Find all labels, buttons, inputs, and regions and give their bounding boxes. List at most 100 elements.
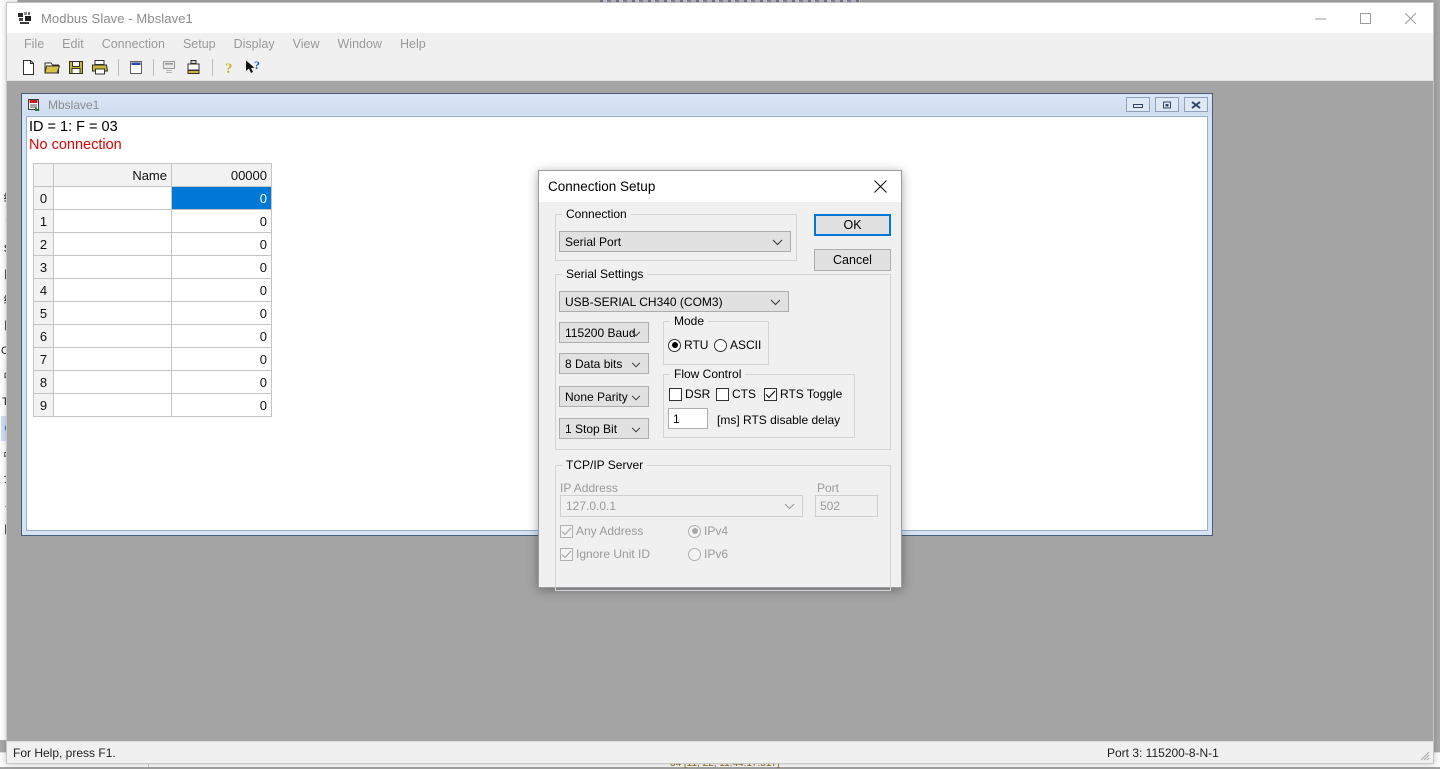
radio-unselected-icon [714,339,727,352]
mdi-child-controls [1126,97,1208,112]
checkbox-rts-toggle[interactable]: RTS Toggle [764,387,842,401]
checkbox-ignore-unit-id-label: Ignore Unit ID [576,547,650,561]
serial-port-select[interactable]: USB-SERIAL CH340 (COM3) [559,291,789,312]
menu-window[interactable]: Window [329,35,391,53]
window-icon[interactable] [124,57,146,79]
dialog-titlebar[interactable]: Connection Setup [539,171,901,202]
radio-unselected-icon [688,548,701,561]
about-help-icon[interactable]: ? [218,57,240,79]
save-disk-icon[interactable] [65,57,87,79]
cell-value[interactable]: 0 [172,348,272,371]
checkbox-dsr[interactable]: DSR [669,387,710,401]
close-button[interactable] [1388,3,1433,33]
cell-name[interactable] [54,325,172,348]
row-index: 6 [34,325,54,348]
cell-name[interactable] [54,279,172,302]
mdi-minimize-icon[interactable] [1126,97,1150,112]
mdi-close-icon[interactable] [1184,97,1208,112]
cell-value[interactable]: 0 [172,371,272,394]
table-row[interactable]: 4 0 [34,279,272,302]
ip-address-select[interactable]: 127.0.0.1 [560,495,803,517]
maximize-button[interactable] [1343,3,1388,33]
checkbox-checked-icon [560,548,573,561]
ok-button[interactable]: OK [814,214,891,236]
table-row[interactable]: 6 0 [34,325,272,348]
window-title: Modbus Slave - Mbslave1 [41,11,193,26]
chevron-down-icon [770,295,781,309]
new-document-icon[interactable] [17,57,39,79]
parity-value: None Parity [565,390,628,404]
cell-name[interactable] [54,256,172,279]
parity-select[interactable]: None Parity [559,386,649,407]
grid-header-name[interactable]: Name [54,164,172,187]
grid-header-address[interactable]: 00000 [172,164,272,187]
cell-name[interactable] [54,233,172,256]
chevron-down-icon [772,235,783,249]
rts-delay-input[interactable]: 1 [668,408,708,429]
open-folder-icon[interactable] [41,57,63,79]
menu-display[interactable]: Display [225,35,284,53]
radio-ipv4[interactable]: IPv4 [688,524,728,538]
connection-type-select[interactable]: Serial Port [559,231,791,252]
checkbox-any-address[interactable]: Any Address [560,524,643,538]
baud-rate-select[interactable]: 115200 Baud [559,322,649,343]
menu-view[interactable]: View [284,35,329,53]
cell-value[interactable]: 0 [172,279,272,302]
printer-icon[interactable] [89,57,111,79]
port-input[interactable]: 502 [815,495,878,517]
table-row[interactable]: 1 0 [34,210,272,233]
checkbox-ignore-unit-id[interactable]: Ignore Unit ID [560,547,650,561]
resize-grip[interactable] [1418,749,1430,761]
chevron-down-icon [631,357,641,371]
cell-name[interactable] [54,348,172,371]
table-row[interactable]: 5 0 [34,302,272,325]
cell-value[interactable]: 0 [172,210,272,233]
disconnect-icon[interactable] [183,57,205,79]
menu-edit[interactable]: Edit [53,35,93,53]
table-row[interactable]: 7 0 [34,348,272,371]
mdi-child-titlebar[interactable]: Mbslave1 [23,95,1211,115]
radio-mode-rtu[interactable]: RTU [668,338,708,352]
checkbox-cts[interactable]: CTS [716,387,756,401]
rts-delay-label: [ms] RTS disable delay [717,413,840,427]
checkbox-any-address-label: Any Address [576,524,643,538]
data-bits-select[interactable]: 8 Data bits [559,353,649,374]
table-row[interactable]: 2 0 [34,233,272,256]
table-row[interactable]: 3 0 [34,256,272,279]
radio-mode-ascii[interactable]: ASCII [714,338,761,352]
svg-text:?: ? [225,61,233,76]
connect-icon[interactable] [159,57,181,79]
close-icon[interactable] [859,171,901,202]
cell-value[interactable]: 0 [172,325,272,348]
radio-ipv6[interactable]: IPv6 [688,547,728,561]
mdi-restore-icon[interactable] [1155,97,1179,112]
table-row[interactable]: 8 0 [34,371,272,394]
cell-name[interactable] [54,210,172,233]
menu-setup[interactable]: Setup [174,35,225,53]
cancel-button[interactable]: Cancel [814,249,891,271]
context-help-icon[interactable]: ? [242,57,264,79]
minimize-button[interactable] [1298,3,1343,33]
baud-rate-value: 115200 Baud [565,326,636,340]
status-help-text: For Help, press F1. [13,746,116,760]
cell-value[interactable]: 0 [172,233,272,256]
cell-name[interactable] [54,394,172,417]
cell-name[interactable] [54,302,172,325]
window-titlebar[interactable]: Modbus Slave - Mbslave1 [7,3,1433,33]
cell-value[interactable]: 0 [172,394,272,417]
menu-help[interactable]: Help [391,35,435,53]
cell-value[interactable]: 0 [172,187,272,210]
menu-file[interactable]: File [15,35,53,53]
cell-value[interactable]: 0 [172,302,272,325]
mode-group-legend: Mode [670,314,708,328]
register-grid[interactable]: Name 00000 0 0 1 [33,163,272,417]
cell-value[interactable]: 0 [172,256,272,279]
stop-bits-select[interactable]: 1 Stop Bit [559,418,649,439]
table-row[interactable]: 9 0 [34,394,272,417]
checkbox-unchecked-icon [669,388,682,401]
table-row[interactable]: 0 0 [34,187,272,210]
serial-settings-group-legend: Serial Settings [562,267,647,281]
cell-name[interactable] [54,187,172,210]
cell-name[interactable] [54,371,172,394]
menu-connection[interactable]: Connection [93,35,174,53]
